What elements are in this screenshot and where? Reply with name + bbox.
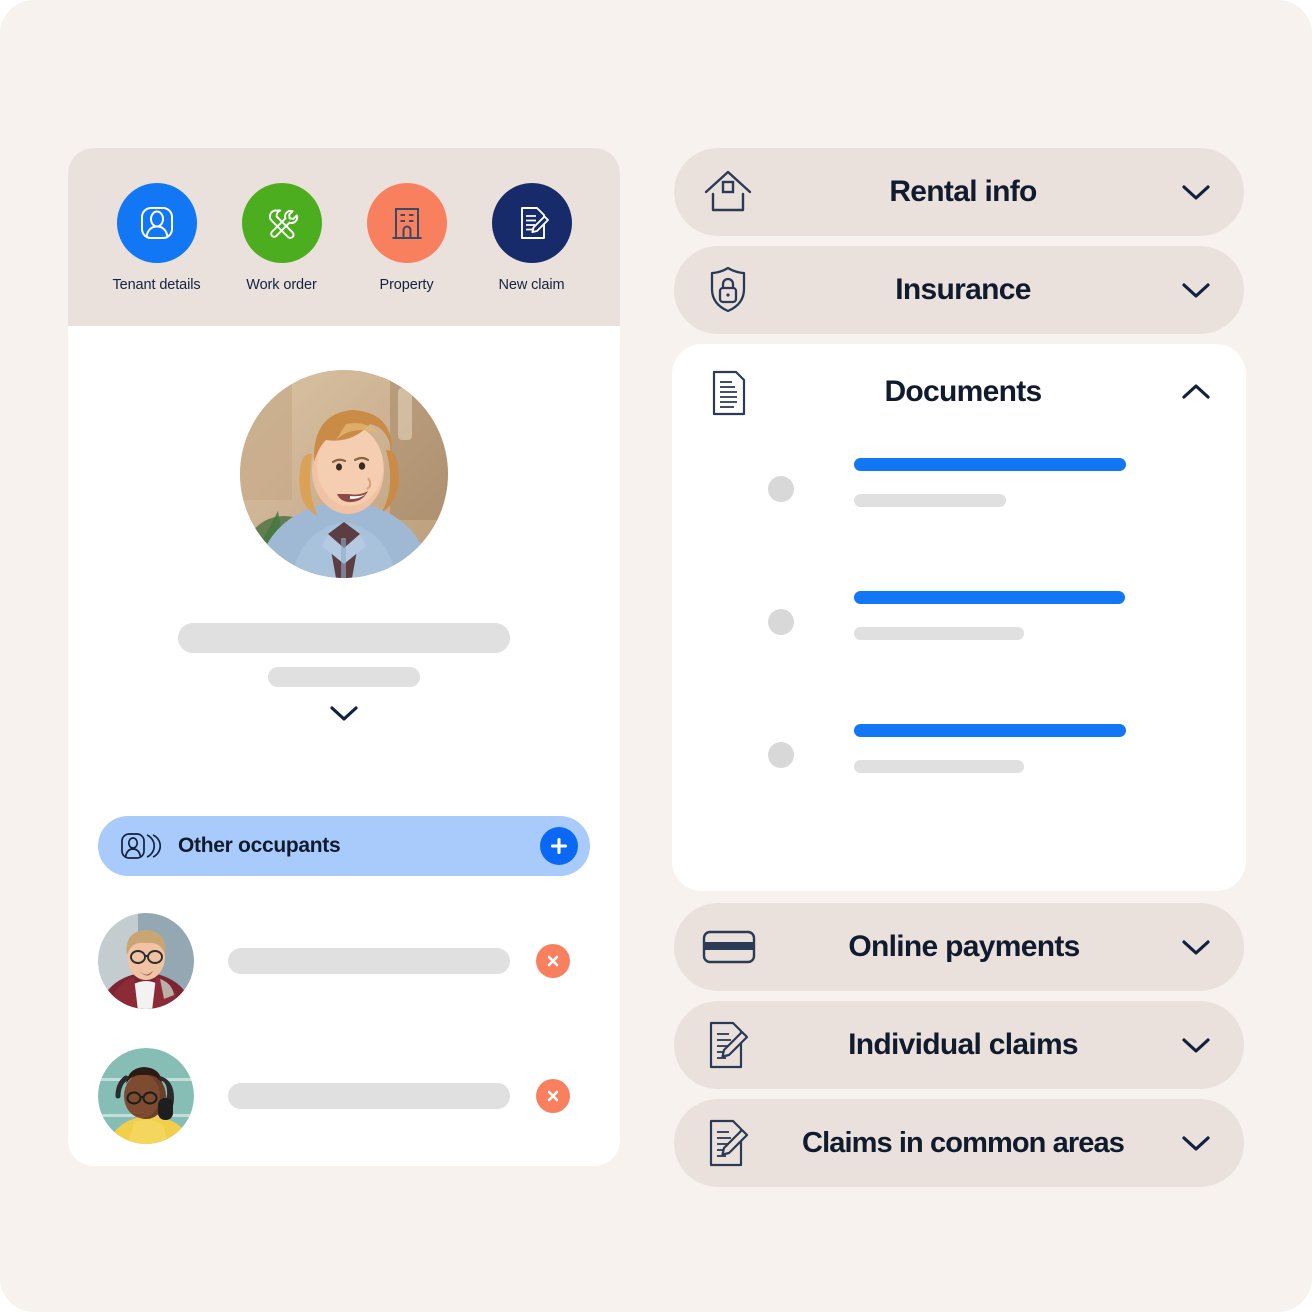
tenant-subtitle-skeleton xyxy=(268,667,420,687)
remove-occupant-button[interactable] xyxy=(536,944,570,978)
document-text-block xyxy=(854,452,1126,507)
section-title: Claims in common areas xyxy=(802,1126,1125,1159)
section-online-payments[interactable]: Online payments xyxy=(674,903,1244,991)
occupant-name-skeleton xyxy=(228,948,510,974)
occupant-avatar-2 xyxy=(98,1048,194,1144)
chevron-up-icon xyxy=(1182,384,1210,399)
credit-card-icon-wrap xyxy=(700,925,758,969)
document-pen-icon xyxy=(520,207,549,239)
section-title: Online payments xyxy=(848,930,1080,963)
section-title: Individual claims xyxy=(848,1028,1079,1061)
section-toggle[interactable] xyxy=(1170,380,1216,404)
section-toggle[interactable] xyxy=(1170,935,1216,959)
tenant-avatar xyxy=(240,370,448,578)
document-title-skeleton xyxy=(854,724,1126,737)
section-title: Insurance xyxy=(895,273,1031,306)
other-occupants-title: Other occupants xyxy=(178,834,341,857)
app-root: Tenant details Work order Property New c… xyxy=(0,0,1312,1312)
tools-icon xyxy=(268,209,298,239)
document-lines-icon xyxy=(712,370,746,416)
document-text-block xyxy=(854,585,1125,640)
document-bullet xyxy=(768,609,794,635)
tenant-detail-card: Tenant details Work order Property New c… xyxy=(68,148,620,1166)
shield-lock-icon-wrap xyxy=(700,262,756,318)
other-occupants-bar[interactable]: Other occupants xyxy=(98,816,590,876)
document-bullet xyxy=(768,742,794,768)
tenant-expand-button[interactable] xyxy=(324,701,364,725)
document-subtitle-skeleton xyxy=(854,494,1006,507)
chevron-down-icon xyxy=(1182,1038,1210,1053)
occupant-row[interactable] xyxy=(98,1048,598,1144)
document-pen-icon-wrap xyxy=(700,1016,756,1074)
document-bullet xyxy=(768,476,794,502)
section-rental-info[interactable]: Rental info xyxy=(674,148,1244,236)
section-individual-claims[interactable]: Individual claims xyxy=(674,1001,1244,1089)
occupant-row[interactable] xyxy=(98,913,598,1009)
close-icon xyxy=(547,955,559,967)
quick-action-tenant-details[interactable]: Tenant details xyxy=(94,183,219,293)
quick-action-label: Work order xyxy=(246,277,317,293)
chevron-down-icon xyxy=(330,706,358,721)
document-list-item[interactable] xyxy=(672,452,1246,585)
shield-lock-icon xyxy=(710,266,746,313)
chevron-down-icon xyxy=(1182,940,1210,955)
plus-icon xyxy=(550,837,568,855)
quick-action-new-claim[interactable]: New claim xyxy=(469,183,594,293)
section-documents: Documents xyxy=(672,344,1246,891)
document-subtitle-skeleton xyxy=(854,627,1024,640)
credit-card-icon xyxy=(702,930,756,964)
building-icon xyxy=(392,208,421,239)
document-pen-icon xyxy=(709,1119,749,1167)
occupant-avatar-1-image xyxy=(98,913,194,1009)
tenant-name-skeleton xyxy=(178,623,510,653)
section-toggle[interactable] xyxy=(1170,1131,1216,1155)
add-occupant-button[interactable] xyxy=(540,827,578,865)
quick-action-label: New claim xyxy=(498,277,565,293)
document-title-skeleton xyxy=(854,591,1125,604)
section-title: Rental info xyxy=(889,175,1037,208)
quick-action-label: Tenant details xyxy=(112,277,201,293)
section-toggle[interactable] xyxy=(1170,278,1216,302)
document-list-item[interactable] xyxy=(672,585,1246,718)
document-pen-icon xyxy=(709,1021,749,1069)
section-insurance[interactable]: Insurance xyxy=(674,246,1244,334)
section-toggle[interactable] xyxy=(1170,1033,1216,1057)
chevron-down-icon xyxy=(1182,283,1210,298)
quick-action-label: Property xyxy=(379,277,434,293)
documents-header[interactable]: Documents xyxy=(672,344,1246,440)
document-title-skeleton xyxy=(854,458,1126,471)
quick-action-property[interactable]: Property xyxy=(344,183,469,293)
tenant-avatar-image xyxy=(240,370,448,578)
work-order-circle xyxy=(241,183,322,263)
section-title: Documents xyxy=(884,375,1042,408)
house-icon-wrap xyxy=(700,166,756,218)
section-claims-common-areas[interactable]: Claims in common areas xyxy=(674,1099,1244,1187)
occupant-avatar-2-image xyxy=(98,1048,194,1144)
people-stack-icon xyxy=(121,833,162,859)
quick-actions-bar: Tenant details Work order Property New c… xyxy=(68,148,620,326)
new-claim-circle xyxy=(491,183,572,263)
document-list-item[interactable] xyxy=(672,718,1246,851)
house-icon xyxy=(704,170,752,212)
occupant-name-skeleton xyxy=(228,1083,510,1109)
tenant-details-circle xyxy=(116,183,197,263)
sections-accordion: Rental info Insurance Documents Online p… xyxy=(672,148,1246,1197)
remove-occupant-button[interactable] xyxy=(536,1079,570,1113)
section-toggle[interactable] xyxy=(1170,180,1216,204)
tenant-profile xyxy=(68,326,620,725)
quick-action-work-order[interactable]: Work order xyxy=(219,183,344,293)
chevron-down-icon xyxy=(1182,1136,1210,1151)
chevron-down-icon xyxy=(1182,185,1210,200)
document-pen-icon-wrap xyxy=(700,1114,756,1172)
document-subtitle-skeleton xyxy=(854,760,1024,773)
property-circle xyxy=(366,183,447,263)
documents-list xyxy=(672,440,1246,851)
close-icon xyxy=(547,1090,559,1102)
document-text-block xyxy=(854,718,1126,773)
person-card-icon xyxy=(140,207,173,239)
occupant-avatar-1 xyxy=(98,913,194,1009)
document-lines-icon-wrap xyxy=(700,364,756,420)
